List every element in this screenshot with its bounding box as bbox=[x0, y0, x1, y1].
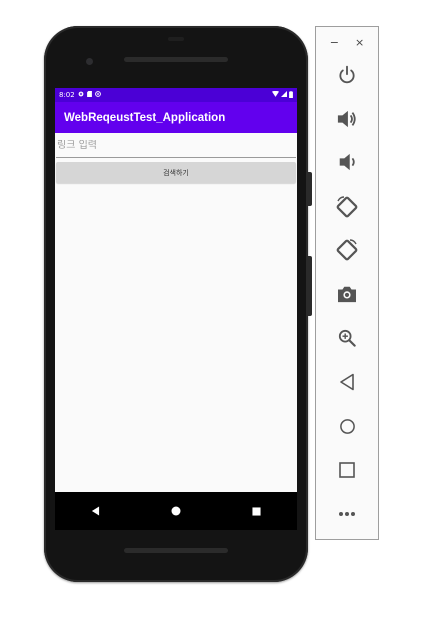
home-icon bbox=[339, 418, 356, 435]
bottom-speaker-grille bbox=[124, 548, 228, 553]
status-time: 8:02 bbox=[59, 91, 75, 99]
signal-icon bbox=[281, 91, 287, 99]
screenshot-button[interactable] bbox=[316, 279, 378, 309]
more-icon bbox=[338, 511, 356, 517]
search-button[interactable]: 검색하기 bbox=[56, 162, 296, 183]
status-bar: 8:02 bbox=[55, 88, 297, 102]
wifi-icon bbox=[272, 90, 279, 99]
rotate-right-button[interactable] bbox=[316, 235, 378, 265]
volume-down-icon bbox=[337, 152, 357, 172]
front-camera bbox=[86, 58, 93, 65]
rotate-right-icon bbox=[335, 238, 359, 262]
top-speaker-grille bbox=[124, 57, 228, 62]
sd-card-notification-icon bbox=[86, 91, 92, 99]
nav-back-icon[interactable] bbox=[80, 496, 110, 526]
volume-up-icon bbox=[336, 109, 358, 129]
battery-icon bbox=[289, 90, 293, 100]
app-title: WebReqeustTest_Application bbox=[64, 111, 226, 124]
overview-icon bbox=[339, 462, 355, 478]
zoom-button[interactable] bbox=[316, 323, 378, 353]
sync-notification-icon bbox=[94, 91, 101, 99]
link-input[interactable] bbox=[56, 139, 296, 151]
link-input-container bbox=[56, 133, 296, 158]
camera-icon bbox=[337, 285, 357, 303]
window-controls: − × bbox=[316, 27, 378, 57]
home-button[interactable] bbox=[316, 411, 378, 441]
phone-volume-button bbox=[308, 256, 312, 316]
phone-frame: 8:02 WebReqeustTest_Application 링크 입력 검색… bbox=[44, 26, 312, 582]
emulator-side-panel: − × bbox=[315, 26, 379, 540]
close-button[interactable]: × bbox=[355, 36, 364, 49]
nav-home-icon[interactable] bbox=[161, 496, 191, 526]
volume-down-button[interactable] bbox=[316, 147, 378, 177]
zoom-icon bbox=[338, 329, 356, 347]
volume-up-button[interactable] bbox=[316, 104, 378, 134]
navigation-bar bbox=[55, 492, 297, 530]
power-icon bbox=[337, 65, 357, 85]
rotate-left-button[interactable] bbox=[316, 192, 378, 222]
rotate-left-icon bbox=[335, 195, 359, 219]
phone-speaker-slot bbox=[168, 37, 184, 41]
settings-notification-icon bbox=[78, 91, 84, 99]
minimize-button[interactable]: − bbox=[330, 36, 339, 49]
app-bar: WebReqeustTest_Application bbox=[55, 102, 297, 133]
back-button[interactable] bbox=[316, 367, 378, 397]
phone-power-button bbox=[308, 172, 312, 206]
power-button[interactable] bbox=[316, 60, 378, 90]
back-icon bbox=[339, 373, 355, 391]
nav-recents-icon[interactable] bbox=[242, 496, 272, 526]
overview-button[interactable] bbox=[316, 455, 378, 485]
device-screen: 8:02 WebReqeustTest_Application 링크 입력 검색… bbox=[55, 88, 297, 492]
more-button[interactable] bbox=[316, 499, 378, 529]
